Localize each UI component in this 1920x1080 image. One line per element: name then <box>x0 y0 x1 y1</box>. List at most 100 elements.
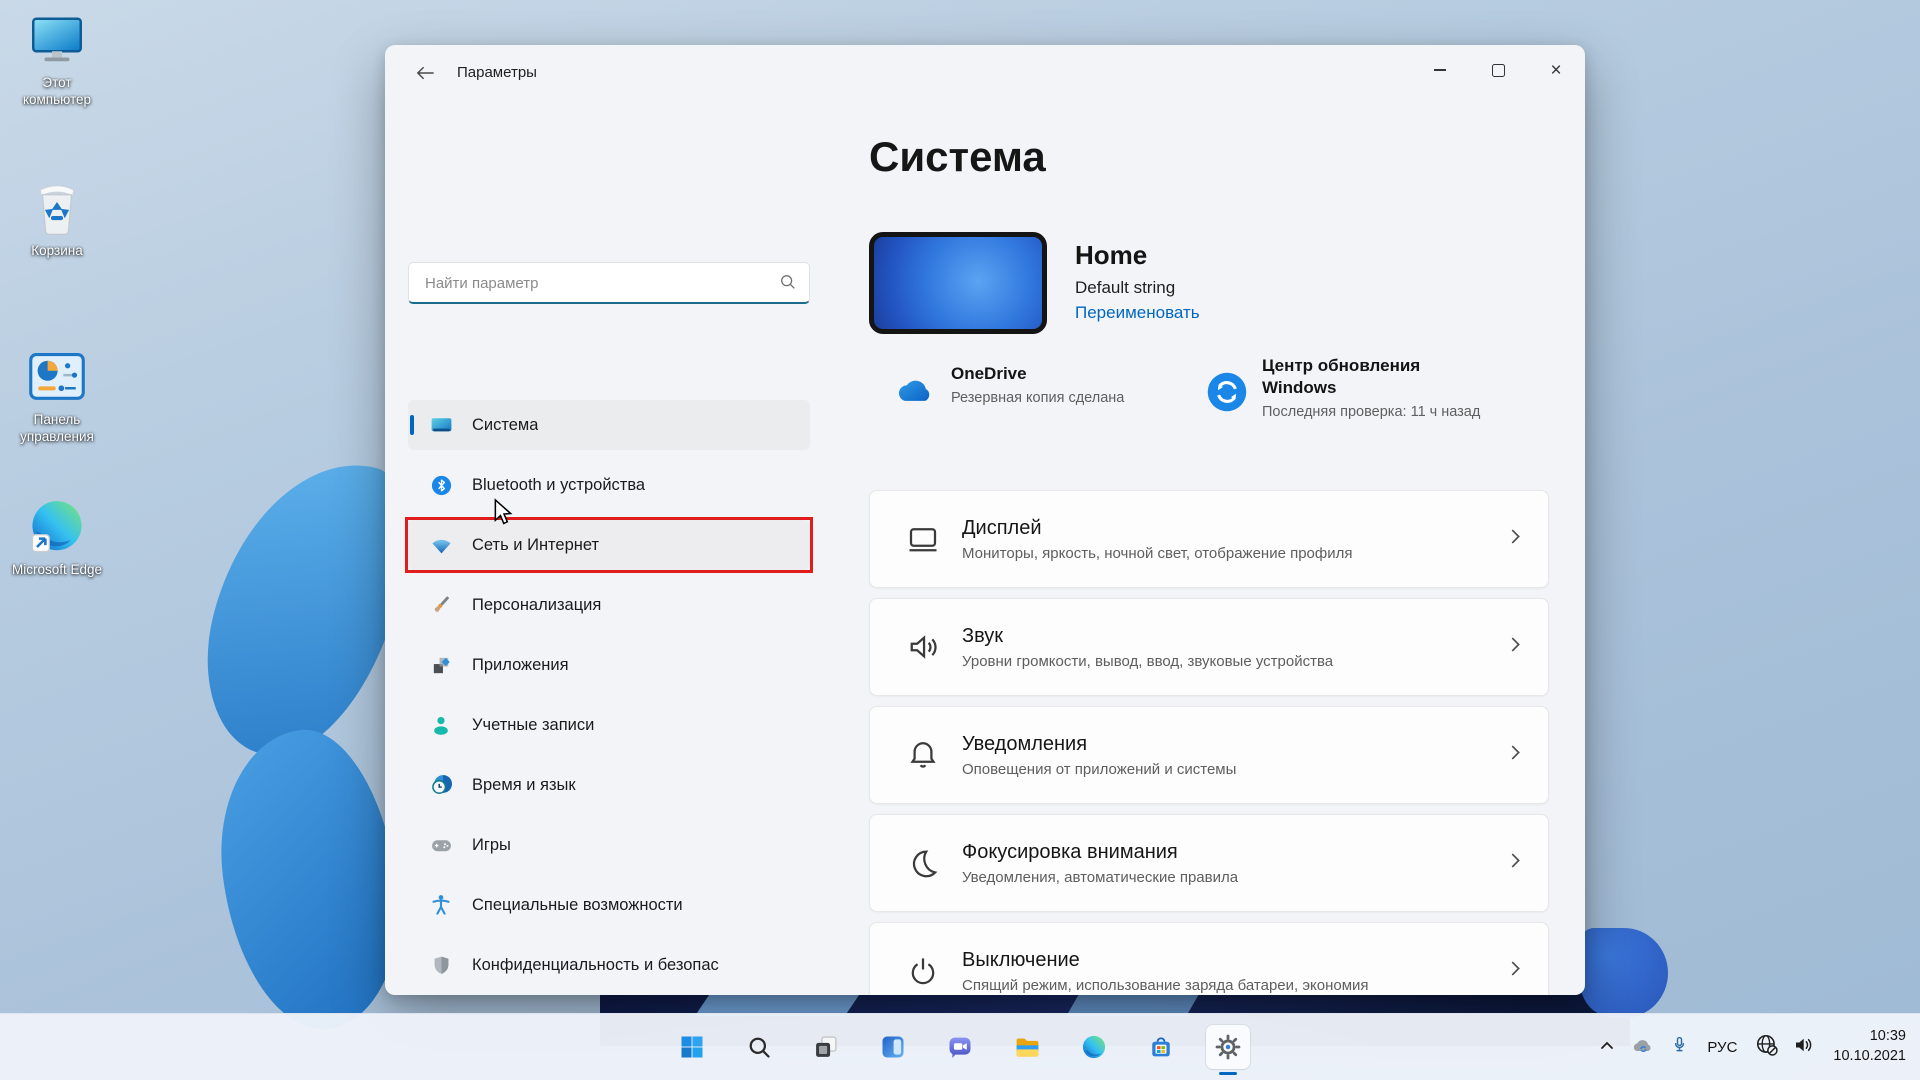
card-notifications[interactable]: Уведомления Оповещения от приложений и с… <box>869 706 1549 804</box>
wallpaper-bloom-shape <box>1580 928 1668 1018</box>
sidebar-item-label: Конфиденциальность и безопас <box>472 956 719 975</box>
clock-icon <box>428 772 454 798</box>
onedrive-status[interactable]: OneDrive Резервная копия сделана <box>893 363 1124 410</box>
wallpaper-bloom-shape <box>206 721 413 1040</box>
search-button[interactable] <box>737 1025 781 1069</box>
card-power[interactable]: Выключение Спящий режим, использование з… <box>869 922 1549 995</box>
chevron-right-icon <box>1506 958 1524 985</box>
desktop-icon-this-pc[interactable]: Этот компьютер <box>10 8 104 109</box>
onedrive-title: OneDrive <box>951 363 1124 385</box>
microphone-tray-icon[interactable] <box>1669 1034 1690 1061</box>
desktop-icon-control-panel[interactable]: Панель управления <box>10 345 104 446</box>
card-title: Фокусировка внимания <box>962 841 1238 864</box>
shield-icon <box>428 952 454 978</box>
settings-window: Параметры × Система <box>385 45 1585 995</box>
store-button[interactable] <box>1139 1025 1183 1069</box>
sidebar-item-system[interactable]: Система <box>408 400 810 450</box>
chevron-right-icon <box>1506 850 1524 877</box>
recycle-bin-icon <box>28 176 86 240</box>
edge-button[interactable] <box>1072 1025 1116 1069</box>
desktop-icon-edge[interactable]: Microsoft Edge <box>10 495 104 579</box>
card-sound[interactable]: Звук Уровни громкости, вывод, ввод, звук… <box>869 598 1549 696</box>
search-input[interactable] <box>423 263 767 304</box>
desktop-icon-label: Панель управления <box>10 412 104 446</box>
language-indicator[interactable]: РУС <box>1703 1039 1741 1056</box>
search-icon <box>779 273 797 296</box>
onedrive-icon <box>893 377 935 410</box>
sidebar-item-network[interactable]: Сеть и Интернет <box>408 520 810 570</box>
network-tray-icon[interactable] <box>1754 1032 1779 1062</box>
paintbrush-icon <box>428 592 454 618</box>
sidebar-item-privacy[interactable]: Конфиденциальность и безопас <box>408 940 810 990</box>
volume-tray-icon[interactable] <box>1792 1034 1816 1061</box>
card-title: Дисплей <box>962 517 1352 540</box>
sidebar-item-time-language[interactable]: Время и язык <box>408 760 810 810</box>
windows-update-icon <box>1206 371 1248 420</box>
windows-update-status[interactable]: Центр обновления Windows Последняя прове… <box>1206 355 1492 420</box>
system-tray: РУС 10:39 10.10.2021 <box>1597 1014 1906 1080</box>
sidebar-item-label: Игры <box>472 836 511 855</box>
onedrive-tray-icon[interactable] <box>1630 1035 1656 1060</box>
settings-sidebar: Система Bluetooth и устройства Сеть и Ин… <box>408 101 810 995</box>
settings-cards: Дисплей Мониторы, яркость, ночной свет, … <box>869 490 1549 995</box>
moon-icon <box>902 845 944 881</box>
sidebar-item-label: Время и язык <box>472 776 576 795</box>
sidebar-item-apps[interactable]: Приложения <box>408 640 810 690</box>
sidebar-item-label: Сеть и Интернет <box>472 536 599 555</box>
account-icon <box>428 712 454 738</box>
task-view-icon <box>812 1033 840 1061</box>
chevron-right-icon <box>1506 526 1524 553</box>
sidebar-item-label: Bluetooth и устройства <box>472 476 645 495</box>
card-subtitle: Уровни громкости, вывод, ввод, звуковые … <box>962 653 1333 670</box>
accessibility-icon <box>428 892 454 918</box>
sound-icon <box>902 629 944 665</box>
wifi-icon <box>428 532 454 558</box>
gamepad-icon <box>428 832 454 858</box>
sidebar-item-gaming[interactable]: Игры <box>408 820 810 870</box>
file-explorer-button[interactable] <box>1005 1025 1049 1069</box>
desktop-icon-label: Этот компьютер <box>10 75 104 109</box>
rename-link[interactable]: Переименовать <box>1075 303 1200 323</box>
card-title: Уведомления <box>962 733 1236 756</box>
taskbar-icons <box>670 1014 1250 1080</box>
card-subtitle: Мониторы, яркость, ночной свет, отображе… <box>962 545 1352 562</box>
chat-button[interactable] <box>938 1025 982 1069</box>
sidebar-item-bluetooth[interactable]: Bluetooth и устройства <box>408 460 810 510</box>
tray-time: 10:39 <box>1833 1027 1906 1047</box>
clock[interactable]: 10:39 10.10.2021 <box>1833 1027 1906 1066</box>
card-title: Выключение <box>962 949 1369 972</box>
power-icon <box>902 953 944 989</box>
device-name: Home <box>1075 240 1200 271</box>
sidebar-item-accessibility[interactable]: Специальные возможности <box>408 880 810 930</box>
widgets-button[interactable] <box>871 1025 915 1069</box>
sidebar-item-label: Персонализация <box>472 596 601 615</box>
bell-icon <box>902 737 944 773</box>
card-subtitle: Спящий режим, использование заряда батар… <box>962 977 1369 994</box>
edge-icon <box>1080 1033 1108 1061</box>
sidebar-item-accounts[interactable]: Учетные записи <box>408 700 810 750</box>
chevron-right-icon <box>1506 634 1524 661</box>
sidebar-nav: Система Bluetooth и устройства Сеть и Ин… <box>408 400 810 995</box>
this-pc-icon <box>27 8 87 72</box>
card-display[interactable]: Дисплей Мониторы, яркость, ночной свет, … <box>869 490 1549 588</box>
onedrive-subtitle: Резервная копия сделана <box>951 390 1124 406</box>
card-focus-assist[interactable]: Фокусировка внимания Уведомления, автома… <box>869 814 1549 912</box>
start-button[interactable] <box>670 1025 714 1069</box>
edge-icon <box>26 495 88 559</box>
settings-button[interactable] <box>1206 1025 1250 1069</box>
chevron-right-icon <box>1506 742 1524 769</box>
search-box[interactable] <box>408 262 810 304</box>
tray-chevron-up-icon[interactable] <box>1597 1036 1617 1059</box>
annotation-highlight <box>405 517 813 573</box>
card-subtitle: Оповещения от приложений и системы <box>962 761 1236 778</box>
desktop-icon-label: Microsoft Edge <box>12 562 102 579</box>
back-button[interactable] <box>407 57 443 89</box>
apps-icon <box>428 652 454 678</box>
sidebar-item-personalization[interactable]: Персонализация <box>408 580 810 630</box>
sidebar-item-label: Специальные возможности <box>472 896 683 915</box>
display-icon <box>902 521 944 557</box>
tray-date: 10.10.2021 <box>1833 1047 1906 1067</box>
desktop-icon-label: Корзина <box>31 243 82 260</box>
desktop-icon-recycle-bin[interactable]: Корзина <box>10 176 104 260</box>
task-view-button[interactable] <box>804 1025 848 1069</box>
